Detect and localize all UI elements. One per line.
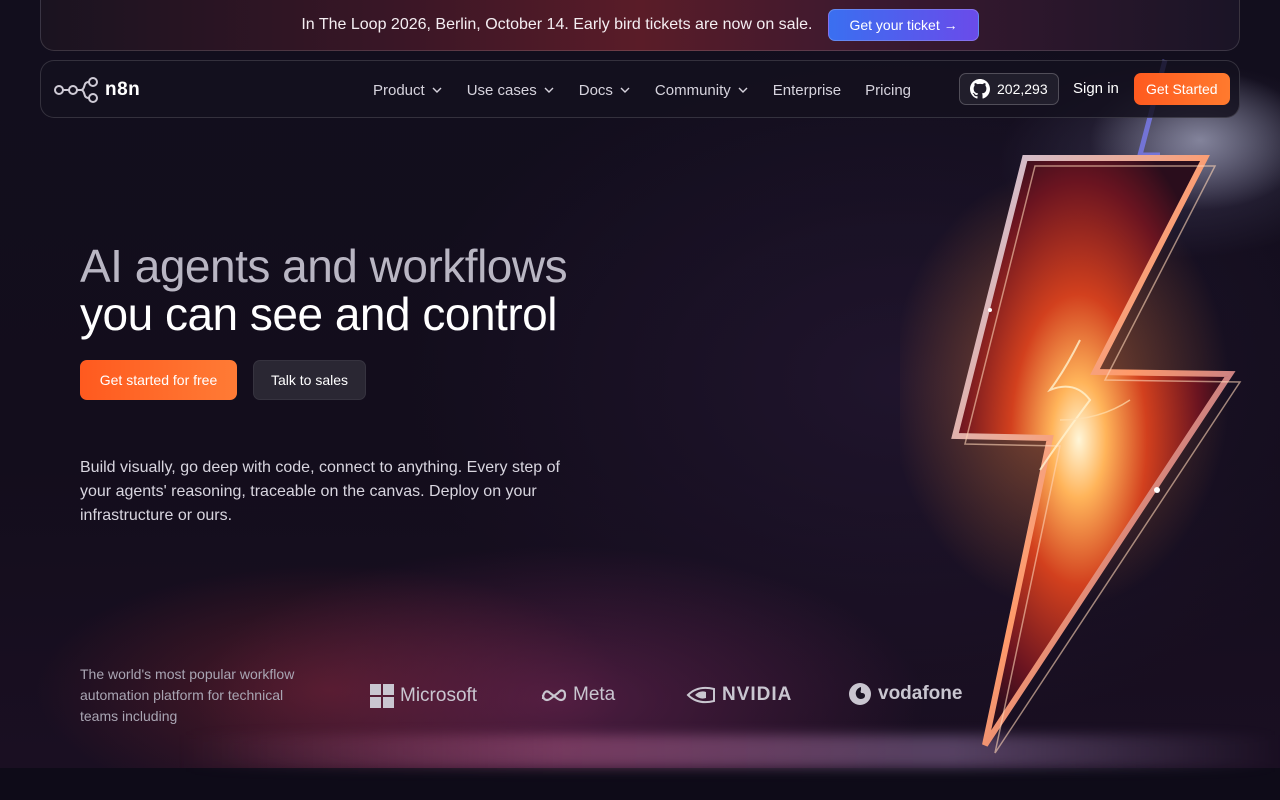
nav-item-community[interactable]: Community: [655, 82, 749, 99]
banner-text: In The Loop 2026, Berlin, October 14. Ea…: [301, 16, 813, 33]
nvidia-logo: NVIDIA: [686, 684, 792, 706]
nav-item-enterprise[interactable]: Enterprise: [773, 82, 841, 99]
vodafone-icon: [849, 683, 871, 705]
get-ticket-button[interactable]: Get your ticket →: [828, 9, 979, 41]
nvidia-eye-icon: [686, 686, 715, 704]
sign-in-link[interactable]: Sign in: [1073, 80, 1119, 97]
talk-to-sales-button[interactable]: Talk to sales: [253, 360, 366, 400]
nav-item-label: Enterprise: [772, 81, 842, 99]
nav-item-label: Pricing: [865, 81, 912, 99]
vodafone-logo: vodafone: [848, 682, 962, 706]
chevron-down-icon: [620, 87, 630, 93]
microsoft-icon: [370, 684, 394, 708]
announcement-banner: In The Loop 2026, Berlin, October 14. Ea…: [40, 0, 1240, 51]
nav-item-pricing[interactable]: Pricing: [865, 82, 911, 99]
microsoft-logo: Microsoft: [370, 684, 477, 708]
nav-item-use-cases[interactable]: Use cases: [467, 82, 555, 99]
github-icon: [970, 79, 990, 99]
brand-label: vodafone: [878, 683, 963, 704]
get-started-button[interactable]: Get Started: [1134, 73, 1230, 105]
get-started-free-button[interactable]: Get started for free: [80, 360, 237, 400]
meta-infinity-icon: [541, 689, 567, 702]
chevron-down-icon: [738, 87, 748, 93]
hero-headline-line-1: AI agents and workflows: [80, 240, 568, 292]
page: In The Loop 2026, Berlin, October 14. Ea…: [0, 0, 1280, 800]
nav-item-label: Community: [654, 81, 731, 99]
meta-logo: Meta: [541, 684, 615, 706]
brand-label: Meta: [573, 684, 616, 705]
hero-headline-line-2: you can see and control: [80, 288, 557, 340]
github-stars-count: 202,293: [997, 81, 1048, 97]
brand-label: NVIDIA: [722, 684, 793, 705]
nav-item-label: Product: [373, 81, 425, 99]
n8n-nodes-icon: [54, 77, 98, 103]
nav-links: Product Use cases Docs Community Enterpr…: [373, 61, 911, 119]
lightning-bolt-illustration: [900, 59, 1280, 754]
hero-description: Build visually, go deep with code, conne…: [80, 459, 560, 524]
nav-item-product[interactable]: Product: [373, 82, 443, 99]
navbar: n8n Product Use cases Docs Community Ent…: [40, 60, 1240, 118]
nav-item-docs[interactable]: Docs: [579, 82, 631, 99]
brand-label: Microsoft: [400, 685, 478, 706]
nav-item-label: Docs: [578, 81, 613, 99]
chevron-down-icon: [432, 87, 442, 93]
nav-item-label: Use cases: [466, 81, 537, 99]
logo-text: n8n: [105, 79, 141, 100]
trust-text: The world's most popular workflow automa…: [80, 666, 295, 724]
chevron-down-icon: [544, 87, 554, 93]
github-stars-button[interactable]: 202,293: [959, 73, 1059, 105]
logo[interactable]: n8n: [53, 77, 140, 103]
